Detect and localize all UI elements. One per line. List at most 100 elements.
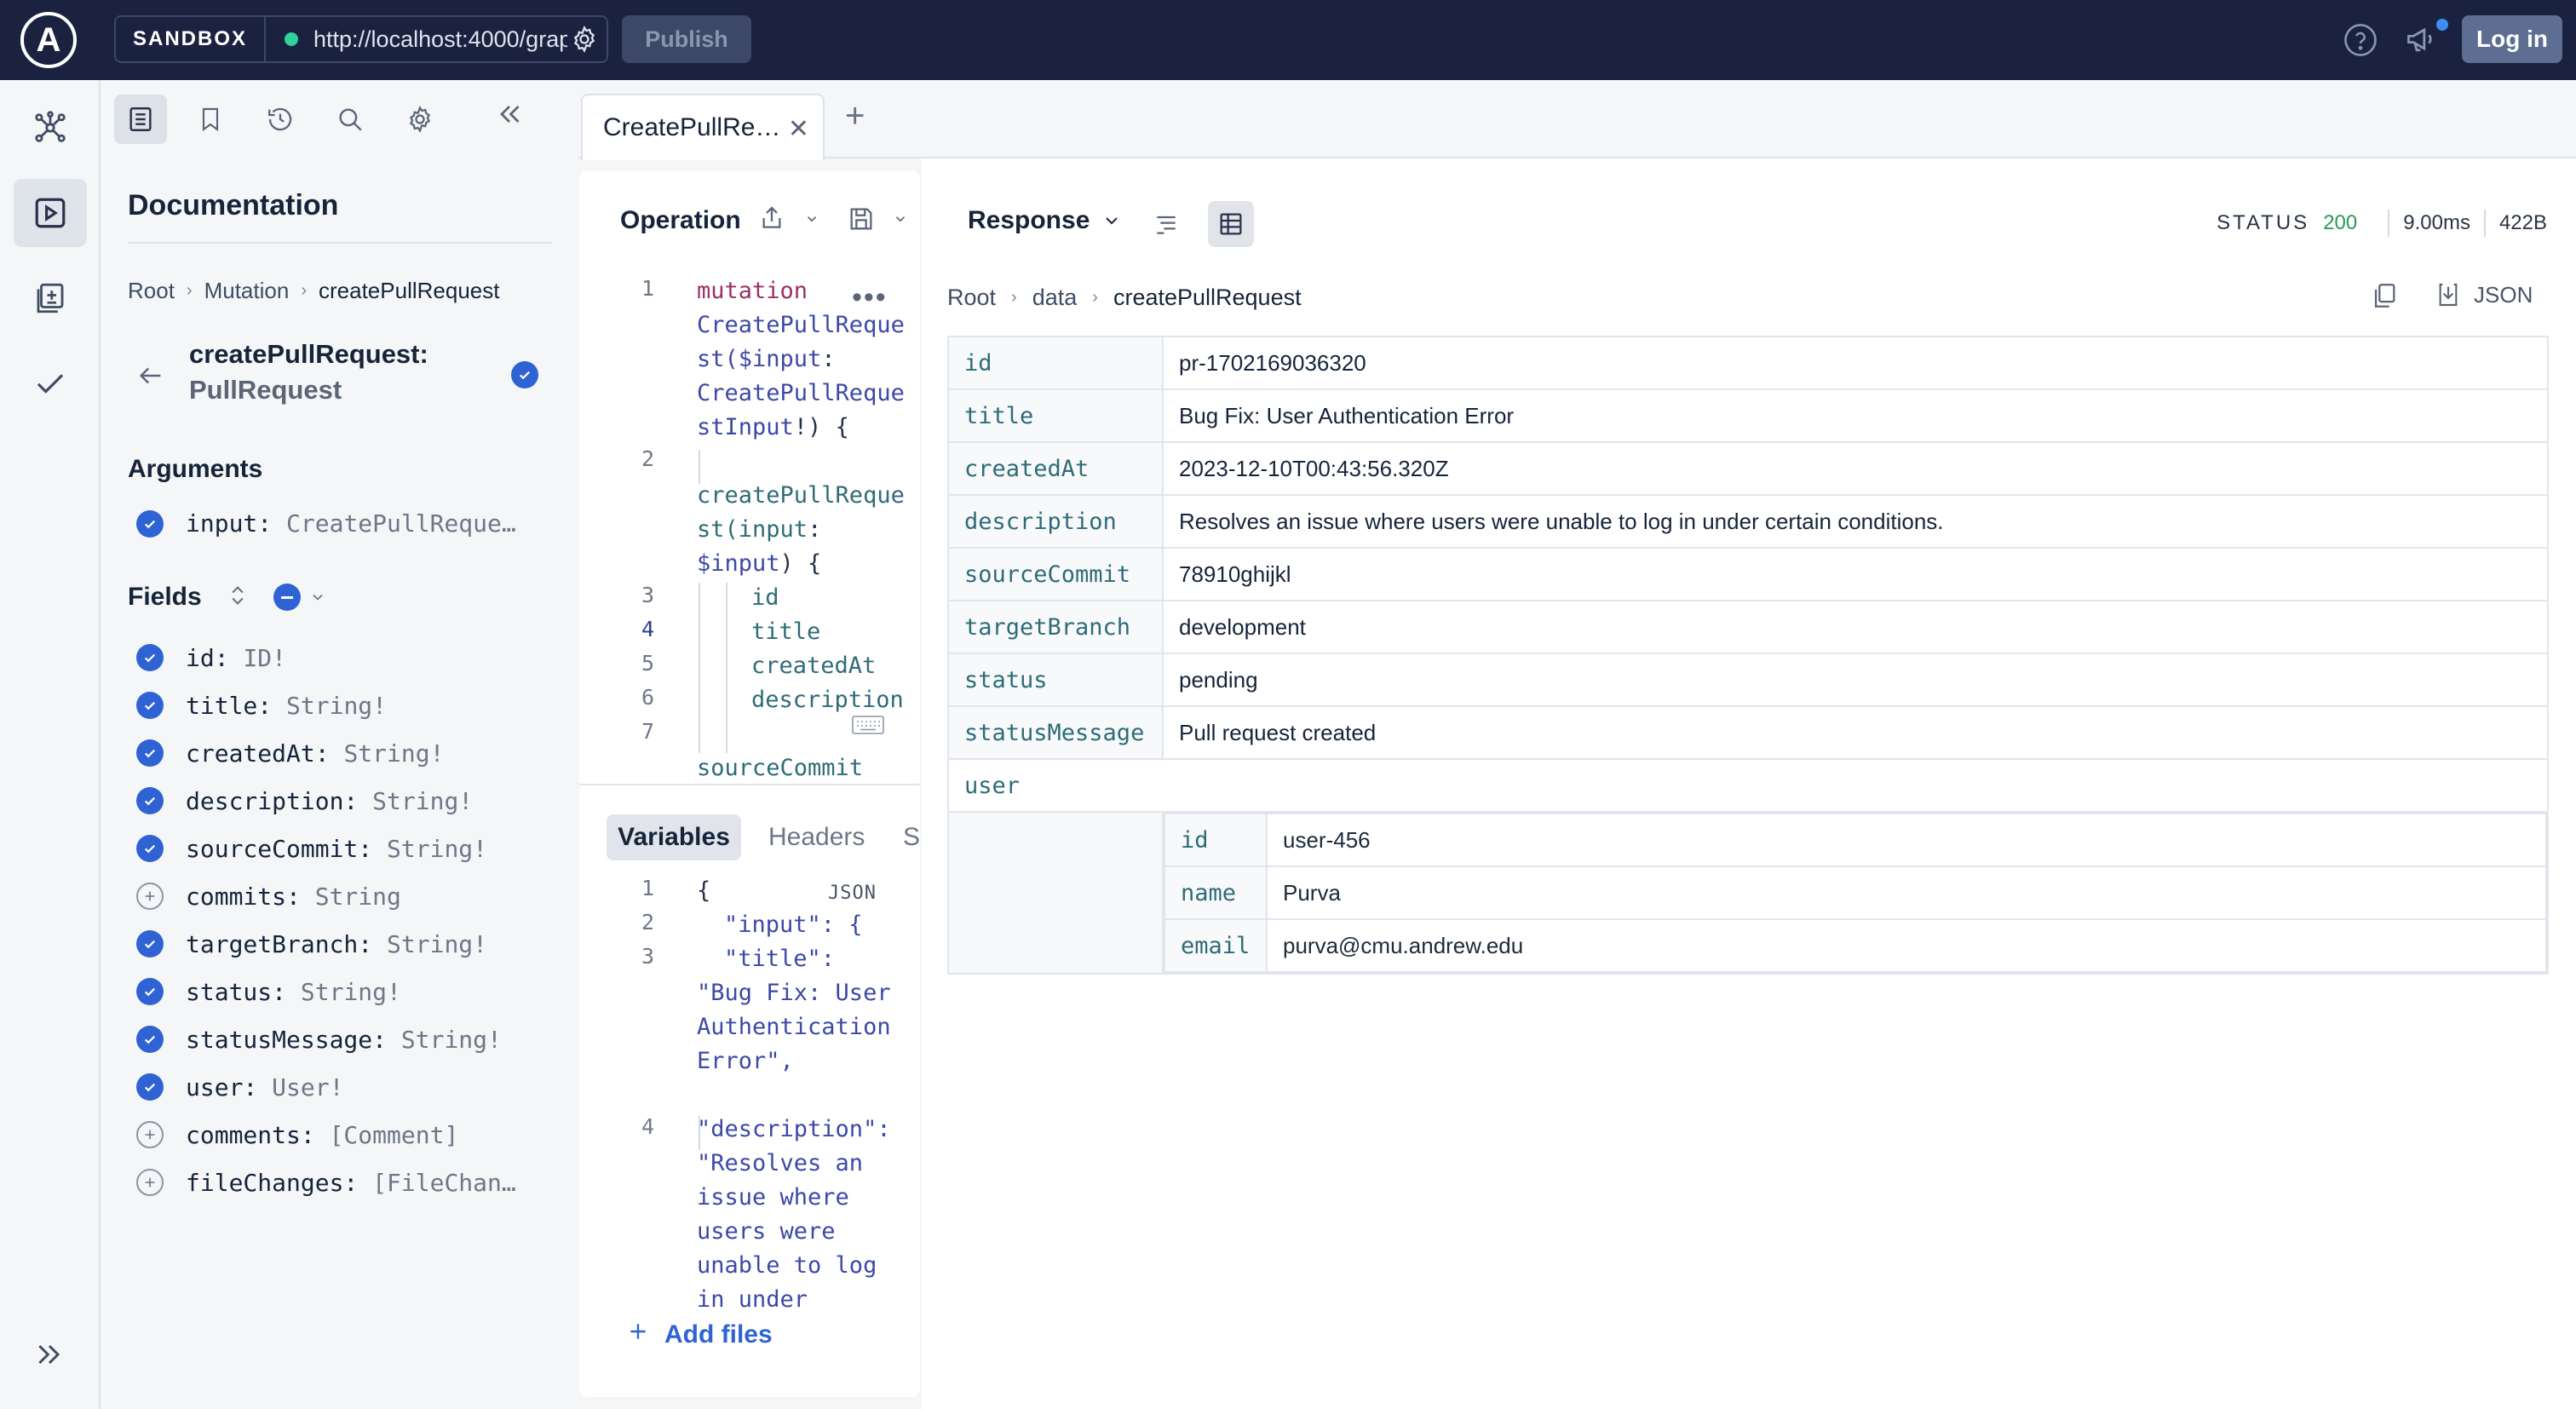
share-icon[interactable] (758, 204, 785, 236)
field-return-type[interactable]: PullRequest (189, 375, 342, 405)
documentation-tab-icon[interactable] (114, 95, 167, 144)
response-value[interactable]: pr-1702169036320 (1162, 336, 2549, 390)
download-json-button[interactable]: JSON (2435, 281, 2533, 308)
breadcrumb-root[interactable]: Root (947, 285, 996, 311)
tab-variables[interactable]: Variables (607, 814, 741, 860)
collapse-panel-double-chevron-left-icon[interactable] (494, 99, 525, 134)
field-row[interactable]: id: ID! (136, 634, 516, 681)
keyboard-shortcuts-icon[interactable] (852, 716, 884, 739)
response-key: sourceCommit (947, 547, 1164, 601)
code-token: $input (697, 550, 780, 577)
save-floppy-icon[interactable] (847, 204, 876, 238)
breadcrumb-separator-icon: › (301, 281, 307, 300)
endpoint-selector[interactable]: SANDBOX http://localhost:4000/graph (114, 15, 608, 63)
line-number: 1 (641, 276, 654, 301)
field-row[interactable]: status: String! (136, 968, 516, 1015)
field-selected-check-icon[interactable] (136, 1073, 164, 1101)
save-chevron-down-icon[interactable] (893, 211, 908, 231)
apollo-logo[interactable]: A (20, 12, 77, 68)
user-value[interactable]: purva@cmu.andrew.edu (1266, 918, 2547, 973)
field-row[interactable]: sourceCommit: String! (136, 825, 516, 872)
double-chevron-right-icon[interactable] (32, 1337, 66, 1376)
code-token: createdAt (751, 653, 877, 679)
response-value[interactable]: 2023-12-10T00:43:56.320Z (1162, 441, 2549, 496)
code-token: input (738, 516, 808, 543)
field-selected-check-icon[interactable] (136, 1026, 164, 1053)
field-selected-check-icon[interactable] (136, 787, 164, 814)
field-row[interactable]: targetBranch: String! (136, 920, 516, 968)
field-row[interactable]: description: String! (136, 777, 516, 825)
response-value[interactable]: 78910ghijkl (1162, 547, 2549, 601)
field-selected-check-icon[interactable] (136, 835, 164, 862)
field-selected-check-icon[interactable] (136, 644, 164, 671)
tab-headers[interactable]: Headers (768, 823, 865, 852)
field-selected-check-icon[interactable] (511, 361, 538, 388)
user-value[interactable]: user-456 (1266, 813, 2547, 867)
response-value[interactable]: development (1162, 600, 2549, 654)
operation-title: Operation (620, 206, 741, 234)
field-row[interactable]: comments: [Comment] (136, 1111, 516, 1159)
response-view-dropdown[interactable]: Response (968, 206, 1122, 235)
back-arrow-icon[interactable] (136, 361, 165, 394)
operation-tab-bar: CreatePullRe… ✕ + (579, 80, 2576, 160)
sort-updown-icon[interactable] (226, 584, 250, 612)
search-icon[interactable] (324, 95, 377, 144)
breadcrumb-data[interactable]: data (1032, 285, 1078, 311)
line-number: 7 (641, 719, 654, 744)
user-value[interactable]: Purva (1266, 866, 2547, 920)
login-button[interactable]: Log in (2462, 15, 2562, 63)
field-name: description: (186, 786, 359, 815)
field-row[interactable]: title: String! (136, 681, 516, 729)
announcements-megaphone-icon[interactable] (2404, 20, 2441, 62)
add-field-plus-icon[interactable] (136, 1169, 164, 1196)
field-type: String! (387, 929, 488, 958)
schema-graph-icon[interactable] (14, 94, 87, 162)
field-row[interactable]: statusMessage: String! (136, 1015, 516, 1063)
field-signature: sourceCommit: String! (186, 835, 487, 863)
operation-editor[interactable]: mutation CreatePullReque st($input: Crea… (697, 274, 905, 785)
add-files-button[interactable]: Add files (627, 1320, 773, 1349)
field-row[interactable]: user: User! (136, 1063, 516, 1111)
table-view-icon[interactable] (1208, 201, 1254, 247)
variables-editor[interactable]: { "input": { "title": "Bug Fix: User Aut… (697, 874, 891, 1317)
field-row[interactable]: commits: String (136, 872, 516, 920)
tab-close-icon[interactable]: ✕ (788, 114, 809, 144)
help-icon[interactable] (2343, 22, 2378, 62)
field-selected-check-icon[interactable] (136, 692, 164, 719)
field-selected-check-icon[interactable] (136, 739, 164, 767)
new-tab-plus-icon[interactable]: + (845, 97, 865, 135)
add-field-plus-icon[interactable] (136, 883, 164, 910)
connection-settings-gear-icon[interactable] (567, 25, 601, 54)
add-field-plus-icon[interactable] (136, 1121, 164, 1148)
list-view-icon[interactable] (1143, 201, 1189, 247)
code-token: id (751, 584, 779, 611)
settings-gear-icon[interactable] (394, 95, 446, 144)
response-value[interactable]: Resolves an issue where users were unabl… (1162, 494, 2549, 549)
copy-icon[interactable] (2370, 281, 2399, 314)
response-value[interactable]: pending (1162, 653, 2549, 707)
endpoint-url-input[interactable]: http://localhost:4000/graph (313, 26, 567, 53)
field-row[interactable]: fileChanges: [FileChan… (136, 1159, 516, 1206)
response-value[interactable]: Bug Fix: User Authentication Error (1162, 388, 2549, 443)
argument-check-icon[interactable] (136, 509, 164, 538)
bookmark-icon[interactable] (184, 95, 237, 144)
tab-truncated[interactable]: S (903, 823, 920, 852)
deselect-all-minus-icon[interactable] (273, 584, 326, 611)
add-files-label: Add files (664, 1320, 773, 1349)
breadcrumb-root[interactable]: Root (128, 278, 175, 304)
explorer-play-icon[interactable] (14, 179, 87, 247)
field-name: commits: (186, 882, 301, 911)
share-chevron-down-icon[interactable] (804, 211, 819, 231)
breadcrumb-mutation[interactable]: Mutation (204, 278, 290, 304)
history-icon[interactable] (254, 95, 307, 144)
field-row[interactable]: createdAt: String! (136, 729, 516, 777)
field-type: String! (343, 739, 445, 768)
publish-button[interactable]: Publish (622, 15, 751, 63)
field-selected-check-icon[interactable] (136, 978, 164, 1005)
field-selected-check-icon[interactable] (136, 930, 164, 958)
argument-row[interactable]: input: CreatePullReque… (136, 509, 516, 538)
response-value[interactable]: Pull request created (1162, 705, 2549, 760)
tab-createpullrequest[interactable]: CreatePullRe… ✕ (581, 94, 825, 160)
checkmark-icon[interactable] (14, 349, 87, 417)
checks-diff-icon[interactable] (14, 264, 87, 332)
